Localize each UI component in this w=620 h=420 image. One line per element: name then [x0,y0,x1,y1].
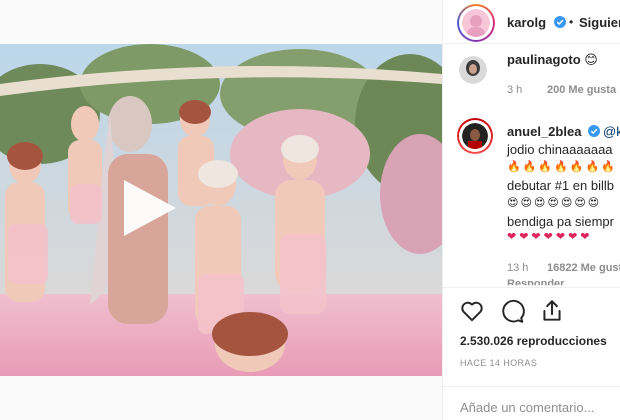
author-username[interactable]: karolg [507,15,546,30]
reply-button[interactable]: Responder [507,278,564,285]
views-count[interactable]: 2.530.026 reproducciones [460,334,607,348]
author-avatar[interactable] [457,4,495,42]
share-icon[interactable] [539,298,565,324]
verified-badge-icon [554,16,566,28]
video-player[interactable] [0,44,442,376]
commenter-avatar-image [459,56,487,84]
heart-icon[interactable] [459,298,485,324]
comment-time[interactable]: 3 h [507,84,522,96]
section-divider [443,287,620,288]
post-header: karolg • Siguien [443,0,620,44]
video-frame [0,44,442,376]
section-divider [443,386,620,387]
commenter-avatar[interactable] [457,118,493,154]
author-avatar-image [462,9,490,37]
commenter-avatar-image [462,123,488,149]
mention-link[interactable]: @k [603,124,620,139]
comment-text-line: bendiga pa siempr [507,214,614,229]
bottom-background [0,376,442,420]
commenter-username[interactable]: anuel_2blea [507,124,581,139]
comment-icon[interactable] [499,298,525,324]
comment-likes[interactable]: 200 Me gusta [547,84,616,96]
comment-text: paulinagoto 😊 [507,52,598,67]
comment-time[interactable]: 13 h [507,262,528,274]
play-icon[interactable] [118,176,182,240]
comment-hearts-line: ❤❤❤❤❤❤❤ [507,231,593,243]
follow-button[interactable]: Siguien [579,15,620,30]
top-background [0,0,442,44]
comment-text-line: jodio chinaaaaaaa [507,142,613,157]
commenter-avatar[interactable] [459,56,487,84]
post-timestamp[interactable]: HACE 14 HORAS [460,358,537,368]
comment-likes[interactable]: 16822 Me gust [547,262,620,274]
comment-emoji-line: 😍😍😍😍😍😍😍 [507,197,602,209]
comment-text-line: debutar #1 en billb [507,178,614,193]
verified-badge-icon [588,125,600,137]
add-comment-input[interactable]: Añade un comentario... [460,400,594,415]
post-side-panel: karolg • Siguien paulinagoto 😊 3 h 200 M… [442,0,620,420]
header-separator: • [569,15,574,29]
comment-emoji-line: 🔥🔥🔥🔥🔥🔥🔥 [507,161,617,173]
